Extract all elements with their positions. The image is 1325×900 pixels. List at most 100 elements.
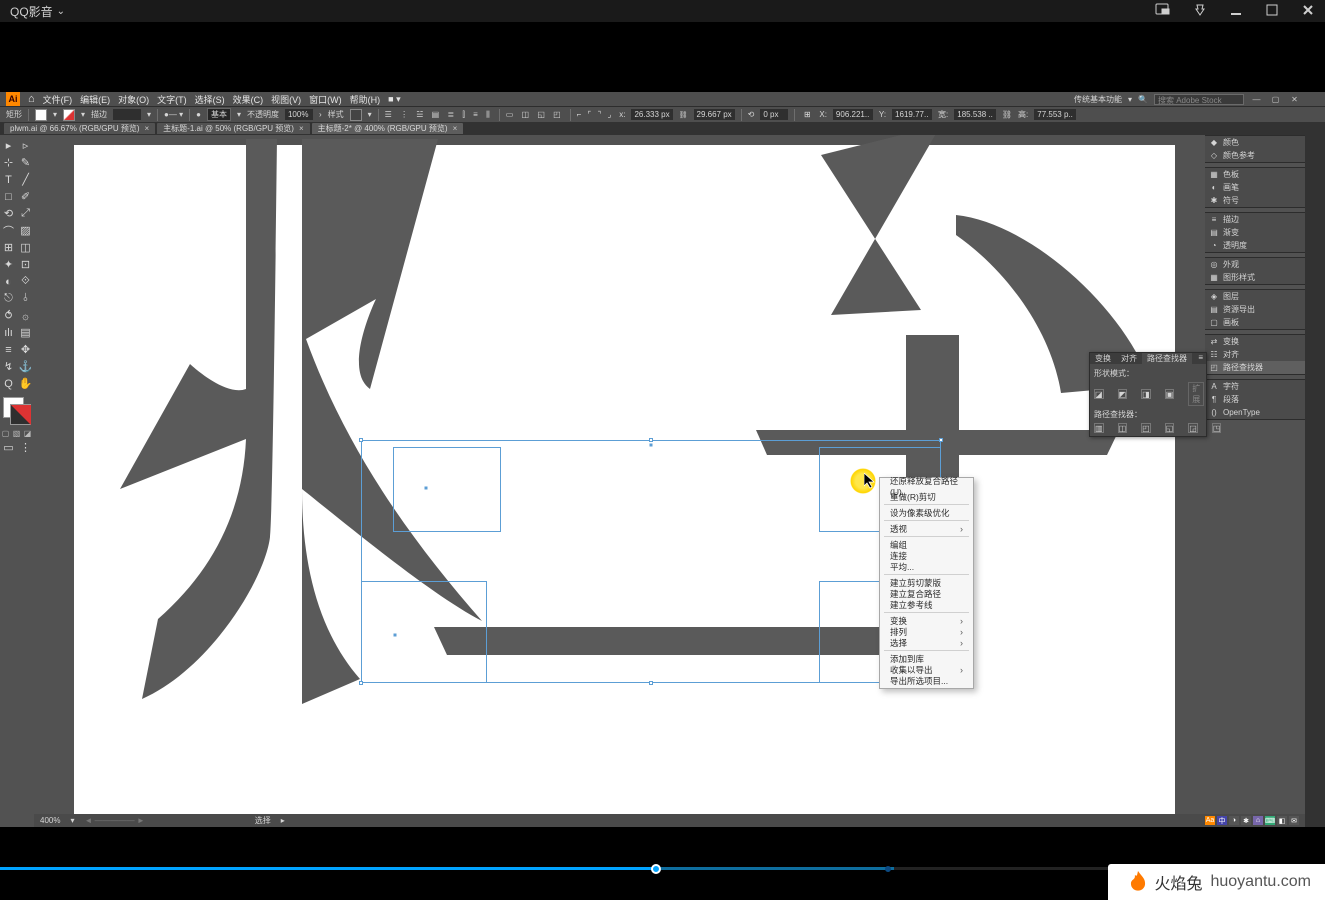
- float-tab-align[interactable]: 对齐: [1116, 353, 1142, 364]
- tool-item[interactable]: ⊡: [17, 256, 34, 273]
- tool-item[interactable]: ✋: [17, 375, 34, 392]
- float-tab-pathfinder[interactable]: 路径查找器: [1142, 353, 1192, 364]
- color-mode-icon[interactable]: ▢: [0, 428, 11, 439]
- tool-item[interactable]: ⊞: [0, 239, 17, 256]
- menu-view[interactable]: 视图(V): [271, 93, 301, 106]
- context-menu[interactable]: 还原释放复合路径(U)重做(R)剪切设为像素级优化透视编组连接平均...建立剪切…: [879, 477, 974, 689]
- ctx-item[interactable]: 建立复合路径: [880, 588, 973, 599]
- search-input[interactable]: 搜索 Adobe Stock: [1154, 94, 1244, 105]
- canvas[interactable]: 还原释放复合路径(U)重做(R)剪切设为像素级优化透视编组连接平均...建立剪切…: [34, 135, 1305, 827]
- ctx-item[interactable]: 变换: [880, 615, 973, 626]
- corner-icons[interactable]: ⌐ ⌜ ⌝ ⌟: [577, 110, 614, 119]
- stroke-swatch[interactable]: [63, 109, 75, 121]
- expand-button[interactable]: 扩展: [1188, 382, 1204, 406]
- menu-effect[interactable]: 效果(C): [233, 93, 264, 106]
- corner-field-2[interactable]: 29.667 px: [694, 109, 735, 120]
- shape-mode-1[interactable]: ◩: [1118, 389, 1128, 399]
- tool-item[interactable]: □: [0, 188, 17, 205]
- player-dropdown-icon[interactable]: ⌄: [57, 6, 65, 17]
- tool-item[interactable]: ▨: [17, 222, 34, 239]
- corner-field-1[interactable]: 26.333 px: [631, 109, 672, 120]
- menu-type[interactable]: 文字(T): [157, 93, 187, 106]
- x-field[interactable]: 906.221..: [833, 109, 873, 120]
- ctx-item[interactable]: 导出所选项目...: [880, 675, 973, 686]
- panel-颜色参考[interactable]: ◇颜色参考: [1205, 149, 1305, 162]
- menu-object[interactable]: 对象(O): [118, 93, 149, 106]
- pathfinder-op-2[interactable]: ◰: [1141, 423, 1151, 433]
- panel-透明度[interactable]: ◔透明度: [1205, 239, 1305, 252]
- angle-field[interactable]: 0 px: [760, 109, 788, 120]
- menu-file[interactable]: 文件(F): [43, 93, 73, 106]
- tool-item[interactable]: ✐: [17, 188, 34, 205]
- panel-颜色[interactable]: ◆颜色: [1205, 136, 1305, 149]
- ctx-item[interactable]: 收集以导出: [880, 664, 973, 675]
- menu-help[interactable]: 帮助(H): [350, 93, 381, 106]
- panel-外观[interactable]: ◎外观: [1205, 258, 1305, 271]
- tool-item[interactable]: ⟲: [0, 205, 17, 222]
- tool-item[interactable]: ⊹: [0, 154, 17, 171]
- tool-item[interactable]: Q: [0, 375, 17, 392]
- tool-item[interactable]: ۞: [17, 307, 34, 324]
- link-icon[interactable]: ⛓: [1002, 110, 1012, 119]
- menu-window[interactable]: 窗口(W): [309, 93, 342, 106]
- panel-资源导出[interactable]: ▤资源导出: [1205, 303, 1305, 316]
- fill-stroke-block[interactable]: [0, 394, 34, 428]
- panel-图层[interactable]: ◈图层: [1205, 290, 1305, 303]
- panel-图形样式[interactable]: ▦图形样式: [1205, 271, 1305, 284]
- tool-item[interactable]: T: [0, 171, 17, 188]
- panel-渐变[interactable]: ▤渐变: [1205, 226, 1305, 239]
- panel-描边[interactable]: ≡描边: [1205, 213, 1305, 226]
- h-field[interactable]: 77.553 p..: [1034, 109, 1076, 120]
- maximize-icon[interactable]: [1265, 3, 1279, 20]
- doc-tab-1[interactable]: plwm.ai @ 66.67% (RGB/GPU 预览)×: [4, 123, 155, 134]
- ctx-item[interactable]: 建立剪切蒙版: [880, 577, 973, 588]
- opacity-field[interactable]: 100%: [285, 109, 313, 120]
- tool-item[interactable]: ✥: [17, 341, 34, 358]
- align-group[interactable]: ☰ ⋮ ☱ ▤ ≣ ⫿ ≡ ⫼: [385, 110, 493, 120]
- pathfinder-op-5[interactable]: ◳: [1212, 423, 1222, 433]
- ai-minimize[interactable]: —: [1250, 95, 1263, 104]
- video-frame[interactable]: Ai ⌂ 文件(F) 编辑(E) 对象(O) 文字(T) 选择(S) 效果(C)…: [0, 92, 1325, 827]
- menu-edit[interactable]: 编辑(E): [80, 93, 110, 106]
- shape-mode-3[interactable]: ▣: [1165, 389, 1175, 399]
- float-tab-transform[interactable]: 变换: [1090, 353, 1116, 364]
- tool-item[interactable]: ⥀: [0, 307, 17, 324]
- shape-mode-0[interactable]: ◪: [1094, 389, 1104, 399]
- w-field[interactable]: 185.538 ..: [954, 109, 996, 120]
- pip-icon[interactable]: [1155, 3, 1171, 20]
- tool-item[interactable]: ⫰: [17, 290, 34, 307]
- pathfinder-op-0[interactable]: ▥: [1094, 423, 1104, 433]
- panel-画板[interactable]: ▢画板: [1205, 316, 1305, 329]
- doc-tab-2[interactable]: 主标题-1.ai @ 50% (RGB/GPU 预览)×: [157, 123, 309, 134]
- tool-item[interactable]: ▤: [17, 324, 34, 341]
- panel-变换[interactable]: ⇄变换: [1205, 335, 1305, 348]
- fill-swatch[interactable]: [35, 109, 47, 121]
- graphic-style-swatch[interactable]: [350, 109, 362, 121]
- tool-item[interactable]: ◐: [0, 273, 17, 290]
- tool-item[interactable]: ╱: [17, 171, 34, 188]
- tool-item[interactable]: ≡: [0, 341, 17, 358]
- tool-item[interactable]: ⚓: [17, 358, 34, 375]
- ctx-item[interactable]: 建立参考线: [880, 599, 973, 610]
- transform-anchor-icon[interactable]: ⊞: [801, 109, 813, 121]
- close-icon[interactable]: [1301, 3, 1315, 20]
- pathfinder-op-3[interactable]: ◱: [1165, 423, 1175, 433]
- ctx-item[interactable]: 连接: [880, 550, 973, 561]
- tool-item[interactable]: ⤢: [17, 205, 34, 222]
- home-icon[interactable]: ⌂: [28, 93, 35, 105]
- minimize-icon[interactable]: [1229, 3, 1243, 20]
- ctx-item[interactable]: 还原释放复合路径(U): [880, 480, 973, 491]
- tool-item[interactable]: ✎: [17, 154, 34, 171]
- panel-对齐[interactable]: ☷对齐: [1205, 348, 1305, 361]
- tool-item[interactable]: ▹: [17, 137, 34, 154]
- tool-item[interactable]: ⟐: [17, 273, 34, 290]
- panel-画笔[interactable]: ◐画笔: [1205, 181, 1305, 194]
- stroke-weight-field[interactable]: [113, 109, 141, 120]
- none-mode-icon[interactable]: ◪: [22, 428, 33, 439]
- gradient-mode-icon[interactable]: ▧: [11, 428, 22, 439]
- tool-item[interactable]: ✦: [0, 256, 17, 273]
- pin-icon[interactable]: [1193, 3, 1207, 20]
- panel-色板[interactable]: ▦色板: [1205, 168, 1305, 181]
- panel-路径查找器[interactable]: ◰路径查找器: [1205, 361, 1305, 374]
- tool-item[interactable]: ▸: [0, 137, 17, 154]
